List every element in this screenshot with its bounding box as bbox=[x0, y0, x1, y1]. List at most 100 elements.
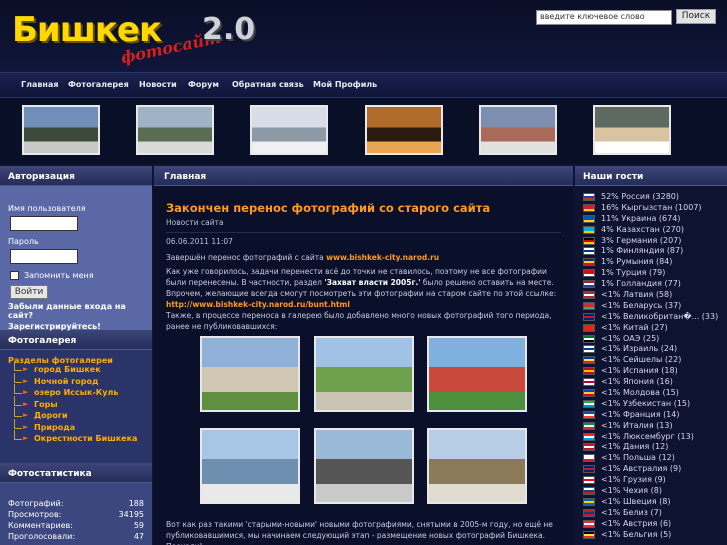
guest-text: <1% Чехия (8) bbox=[601, 486, 662, 495]
guest-text: <1% Швеция (8) bbox=[601, 497, 671, 506]
forgot-password-link[interactable]: Забыли данные входа на сайт? bbox=[8, 302, 144, 320]
guest-pct: <1% bbox=[601, 420, 621, 430]
old-site-link[interactable]: www.bishkek-city.narod.ru bbox=[326, 253, 439, 262]
gallery-item[interactable]: ► Окрестности Бишкека bbox=[8, 430, 144, 446]
guest-country: Великобритан�... bbox=[622, 311, 700, 321]
guest-pct: <1% bbox=[601, 496, 621, 506]
article-photo[interactable] bbox=[200, 336, 300, 412]
guest-pct: <1% bbox=[601, 409, 621, 419]
gallery-item-label: Дороги bbox=[34, 411, 68, 420]
nav-gallery[interactable]: Фотогалерея bbox=[68, 80, 129, 89]
guest-count: (16) bbox=[656, 377, 673, 387]
article-title[interactable]: Закончен перенос фотографий со старого с… bbox=[166, 201, 561, 215]
guest-country: Люксембург bbox=[622, 431, 675, 441]
guest-count: (8) bbox=[659, 496, 671, 506]
article-category[interactable]: Новости сайта bbox=[166, 218, 561, 227]
gallery-root-link[interactable]: Разделы фотогалереи bbox=[8, 356, 144, 365]
register-link[interactable]: Зарегистрируйтесь! bbox=[8, 322, 144, 331]
guest-row: <1% Беларусь (37) bbox=[583, 301, 719, 312]
guest-country: Дания bbox=[622, 442, 650, 452]
password-field[interactable] bbox=[10, 249, 78, 264]
gallery-item[interactable]: ► Природа bbox=[8, 418, 144, 435]
guest-pct: 1% bbox=[601, 279, 614, 289]
guest-text: <1% Австралия (9) bbox=[601, 464, 681, 473]
guest-pct: <1% bbox=[601, 453, 621, 463]
guest-count: (6) bbox=[659, 518, 672, 528]
gallery-item[interactable]: ► город Бишкек bbox=[8, 361, 144, 377]
thumbnail-image[interactable] bbox=[479, 105, 557, 155]
guest-pct: <1% bbox=[601, 431, 621, 441]
gallery-item[interactable]: ► озеро Иссык-Куль bbox=[8, 384, 144, 400]
gallery-item-label: город Бишкек bbox=[34, 365, 101, 374]
guest-count: (13) bbox=[677, 431, 694, 441]
search-input[interactable]: введите ключевое слово bbox=[536, 10, 672, 25]
guest-country: Финляндия bbox=[616, 246, 665, 256]
guest-country: Швеция bbox=[622, 496, 657, 506]
guest-pct: <1% bbox=[601, 475, 621, 485]
guest-row: <1% Узбекистан (15) bbox=[583, 399, 719, 410]
guest-row: 11% Украина (674) bbox=[583, 214, 719, 225]
stat-value: 59 bbox=[133, 521, 144, 530]
gallery-item[interactable]: ► Ночной город bbox=[8, 372, 144, 389]
arrow-icon: ► bbox=[23, 388, 29, 396]
guest-pct: <1% bbox=[601, 355, 621, 365]
guest-country: Грузия bbox=[622, 475, 652, 485]
username-label: Имя пользователя bbox=[8, 204, 86, 213]
guest-country: Испания bbox=[622, 366, 659, 376]
guest-count: (9) bbox=[669, 464, 682, 474]
thumbnail-image[interactable] bbox=[22, 105, 100, 155]
site-logo[interactable]: Бишкек фотосайт 2.0 bbox=[12, 10, 255, 67]
nav-feedback[interactable]: Обратная связь bbox=[232, 80, 304, 89]
old-photos-link[interactable]: http://www.bishkek-city.narod.ru/bunt.ht… bbox=[166, 300, 350, 309]
guest-row: <1% ОАЭ (25) bbox=[583, 334, 719, 345]
guest-pct: <1% bbox=[601, 518, 621, 528]
article-paragraph: Также, в процессе переноса в галерею был… bbox=[166, 311, 552, 331]
guest-count: (58) bbox=[655, 290, 673, 300]
guest-text: 1% Турция (79) bbox=[601, 268, 665, 277]
nav-profile[interactable]: Мой Профиль bbox=[313, 80, 377, 89]
nav-forum[interactable]: Форум bbox=[188, 80, 219, 89]
guest-count: (207) bbox=[659, 235, 682, 245]
guest-pct: 3% bbox=[601, 235, 614, 245]
nav-home[interactable]: Главная bbox=[21, 80, 58, 89]
auth-form: Имя пользователя Пароль Запомнить меня В… bbox=[0, 186, 152, 331]
guest-country: Германия bbox=[616, 235, 658, 245]
guest-row: <1% Молдова (15) bbox=[583, 388, 719, 399]
article-photo[interactable] bbox=[427, 336, 527, 412]
login-button[interactable]: Войти bbox=[10, 285, 48, 299]
stat-value: 47 bbox=[133, 532, 144, 541]
stat-row: Комментариев: 59 bbox=[8, 521, 144, 532]
guest-text: 11% Украина (674) bbox=[601, 214, 680, 223]
thumbnail-image[interactable] bbox=[250, 105, 328, 155]
thumbnail-image[interactable] bbox=[365, 105, 443, 155]
highlight-text: 'Захват власти 2005г.' bbox=[324, 278, 421, 287]
tree-line bbox=[14, 395, 22, 406]
thumbnail-image[interactable] bbox=[136, 105, 214, 155]
guest-country: Чехия bbox=[622, 486, 649, 496]
gallery-item[interactable]: ► Горы bbox=[8, 395, 144, 412]
password-label: Пароль bbox=[8, 237, 39, 246]
arrow-icon: ► bbox=[23, 434, 29, 442]
nav-news[interactable]: Новости bbox=[139, 80, 177, 89]
header: Бишкек фотосайт 2.0 введите ключевое сло… bbox=[0, 0, 727, 72]
country-flag-icon bbox=[583, 258, 595, 267]
country-flag-icon bbox=[583, 497, 595, 506]
guest-text: <1% Великобритан�... (33) bbox=[601, 312, 718, 321]
article-photo[interactable] bbox=[314, 336, 414, 412]
country-flag-icon bbox=[583, 443, 595, 452]
search-button[interactable]: Поиск bbox=[676, 9, 716, 24]
remember-label: Запомнить меня bbox=[24, 271, 94, 280]
thumbnail-image[interactable] bbox=[593, 105, 671, 155]
article-photo[interactable] bbox=[427, 428, 527, 504]
gallery-item[interactable]: ► Дороги bbox=[8, 407, 144, 423]
guest-row: <1% Бельгия (5) bbox=[583, 530, 719, 541]
guest-count: (13) bbox=[656, 420, 673, 430]
guest-row: 1% Турция (79) bbox=[583, 268, 719, 279]
remember-checkbox[interactable] bbox=[10, 271, 19, 280]
country-flag-icon bbox=[583, 367, 595, 376]
arrow-icon: ► bbox=[23, 422, 29, 431]
article-photo[interactable] bbox=[314, 428, 414, 504]
article-photo[interactable] bbox=[200, 428, 300, 504]
right-sidebar: Наши гости 52% Россия (3280) 16% Кыргызст… bbox=[575, 166, 727, 545]
username-field[interactable] bbox=[10, 216, 78, 231]
